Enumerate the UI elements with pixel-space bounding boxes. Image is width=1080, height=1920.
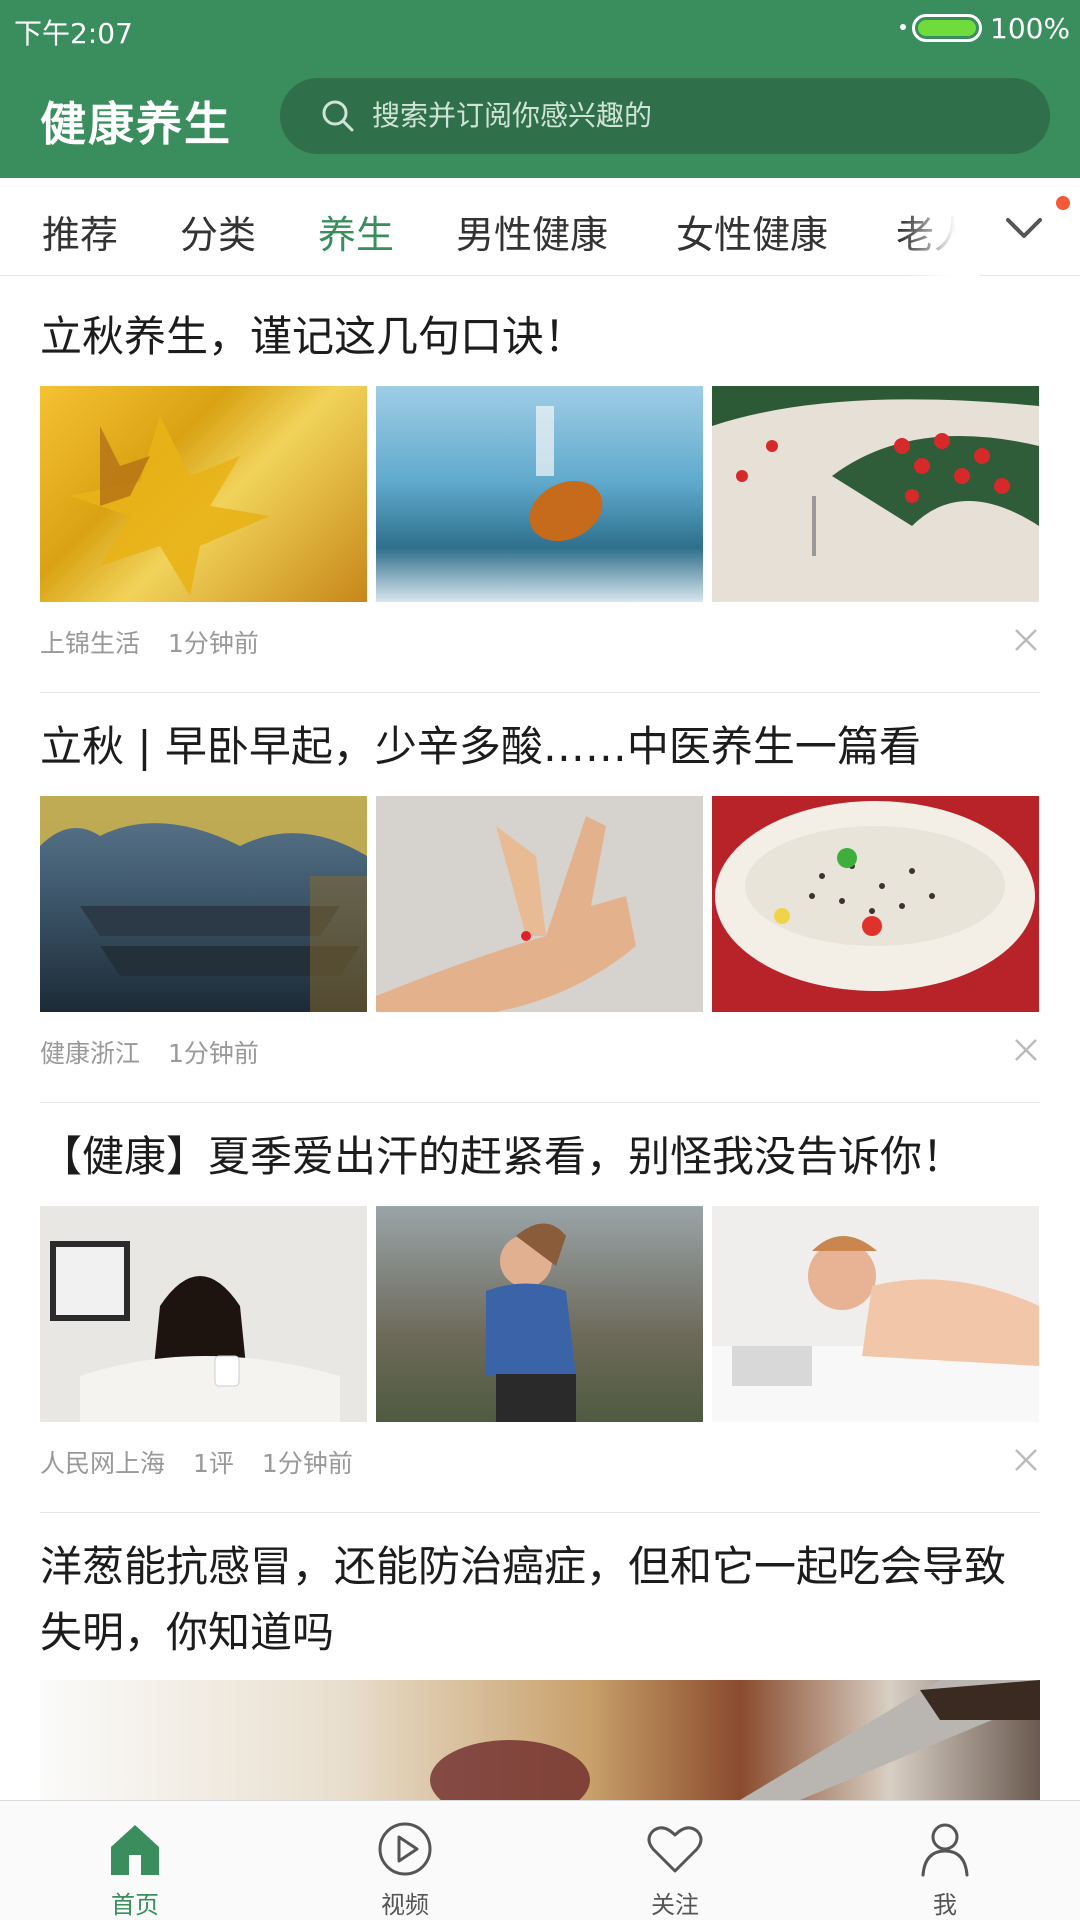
article-thumbnails: [40, 796, 1040, 1012]
app-header: 下午2:07 100% 健康养生: [0, 0, 1080, 178]
woman-lying-bed-image: [712, 1206, 1039, 1422]
user-icon: [921, 1823, 969, 1877]
article-meta: 人民网上海 1评 1分钟前: [40, 1444, 381, 1480]
news-feed[interactable]: 立秋养生，谨记这几句口诀！ 上锦生活 1分钟前 立秋 | 早卧早起，少辛多酸………: [0, 276, 1080, 1800]
acupoint-hand-image: [376, 796, 703, 1012]
battery-icon: [912, 14, 982, 42]
heart-icon: [647, 1826, 703, 1873]
sesame-porridge-image: [712, 796, 1039, 1012]
article-source: 健康浙江: [40, 1039, 141, 1068]
article-source: 人民网上海: [40, 1449, 166, 1478]
article-title[interactable]: 立秋 | 早卧早起，少辛多酸……中医养生一篇看: [40, 714, 1040, 780]
close-icon[interactable]: [1012, 1446, 1040, 1474]
status-time: 下午2:07: [14, 17, 133, 50]
chevron-down-icon[interactable]: [1000, 204, 1048, 252]
divider: [40, 692, 1040, 693]
nav-me-label: 我: [933, 1891, 957, 1919]
article-thumbnails: [40, 1206, 1040, 1422]
tab-health-preserving[interactable]: 养生: [318, 204, 394, 259]
close-icon[interactable]: [1012, 626, 1040, 654]
article-time: 1分钟前: [261, 1449, 353, 1478]
nav-follow-label: 关注: [651, 1891, 699, 1919]
woman-with-cup-image: [40, 1206, 367, 1422]
article-card[interactable]: 立秋 | 早卧早起，少辛多酸……中医养生一篇看 健康浙江 1分钟前: [40, 714, 1040, 1104]
misty-roofs-image: [40, 796, 367, 1012]
search-input[interactable]: [372, 78, 1012, 154]
article-comments: 1评: [193, 1449, 234, 1478]
article-title[interactable]: 洋葱能抗感冒，还能防治癌症，但和它一起吃会导致失明，你知道吗: [40, 1534, 1040, 1666]
notification-dot: [1056, 196, 1070, 210]
food-with-knife-image: [40, 1680, 1040, 1800]
tab-mens-health[interactable]: 男性健康: [456, 204, 608, 259]
search-icon: [322, 100, 354, 132]
video-play-icon: [378, 1822, 432, 1876]
article-card[interactable]: 【健康】夏季爱出汗的赶紧看，别怪我没告诉你！ 人民网上海 1评 1分钟前: [40, 1124, 1040, 1514]
battery-level: 100%: [990, 12, 1071, 45]
article-meta: 上锦生活 1分钟前: [40, 624, 287, 660]
maple-leaves-image: [40, 386, 367, 602]
article-source: 上锦生活: [40, 629, 141, 658]
nav-home-label: 首页: [111, 1891, 159, 1919]
divider: [40, 1102, 1040, 1103]
app-title: 健康养生: [40, 97, 232, 151]
signal-dot-icon: [900, 24, 906, 30]
article-time: 1分钟前: [168, 1039, 259, 1068]
article-card[interactable]: 立秋养生，谨记这几句口诀！ 上锦生活 1分钟前: [40, 304, 1040, 694]
search-bar[interactable]: [280, 78, 1050, 154]
nav-me[interactable]: 我: [845, 1801, 1045, 1920]
fallen-leaf-image: [376, 386, 703, 602]
tab-fade: [900, 178, 980, 276]
article-meta: 健康浙江 1分钟前: [40, 1034, 287, 1070]
woman-running-image: [376, 1206, 703, 1422]
article-card[interactable]: 洋葱能抗感冒，还能防治癌症，但和它一起吃会导致失明，你知道吗: [40, 1534, 1040, 1800]
nav-home[interactable]: 首页: [35, 1801, 235, 1920]
tab-womens-health[interactable]: 女性健康: [676, 204, 828, 259]
article-title[interactable]: 立秋养生，谨记这几句口诀！: [40, 304, 1040, 370]
close-icon[interactable]: [1012, 1036, 1040, 1064]
divider: [40, 1512, 1040, 1513]
tab-category[interactable]: 分类: [180, 204, 256, 259]
status-bar: 下午2:07 100%: [0, 0, 1080, 58]
nav-video[interactable]: 视频: [305, 1801, 505, 1920]
article-thumbnails: [40, 386, 1040, 602]
article-time: 1分钟前: [168, 629, 259, 658]
tab-recommend[interactable]: 推荐: [42, 204, 118, 259]
red-berries-image: [712, 386, 1039, 602]
category-tabs: 推荐 分类 养生 男性健康 女性健康 老人: [0, 178, 1080, 276]
bottom-navigation: 首页 视频 关注 我: [0, 1800, 1080, 1920]
nav-video-label: 视频: [381, 1891, 429, 1919]
nav-follow[interactable]: 关注: [575, 1801, 775, 1920]
article-title[interactable]: 【健康】夏季爱出汗的赶紧看，别怪我没告诉你！: [40, 1124, 1040, 1190]
home-icon: [111, 1825, 159, 1875]
